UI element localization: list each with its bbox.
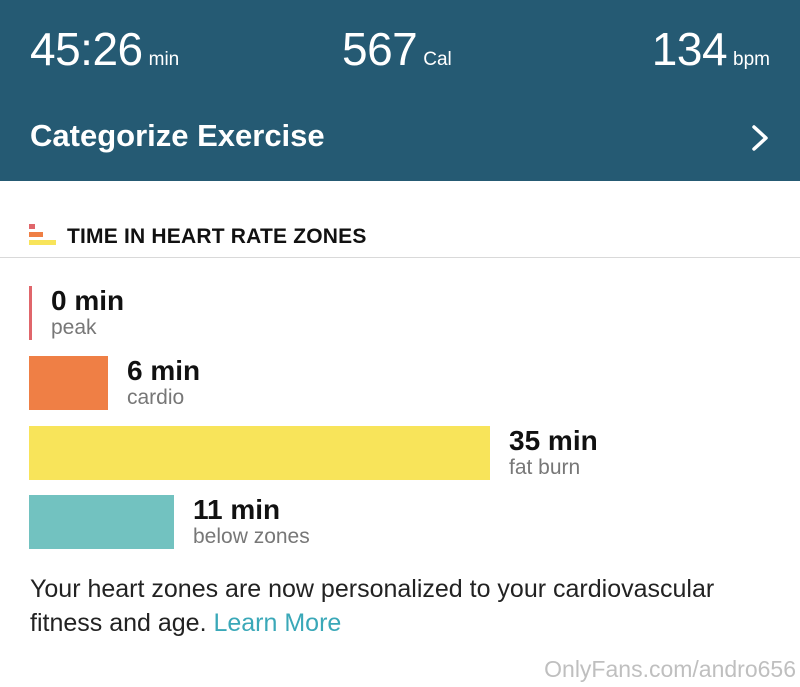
heart-rate-zones-section-header: TIME IN HEART RATE ZONES [0,212,800,258]
zone-bar [29,356,108,410]
chevron-right-icon [752,125,768,151]
heart-rate-zones-icon [29,224,56,245]
personalized-zones-note: Your heart zones are now personalized to… [30,572,770,640]
duration-stat: 45:26 min [30,22,179,76]
zone-label: cardio [127,386,185,409]
workout-summary-header: 45:26 min 567 Cal 134 bpm Categorize Exerci… [0,0,800,181]
calories-value: 567 [342,23,418,75]
personalized-zones-text: Your heart zones are now personalized to… [30,575,715,637]
categorize-exercise-button[interactable]: Categorize Exercise [0,100,800,180]
watermark: OnlyFans.com/andro656 [544,656,796,682]
heart-rate-value: 134 [651,23,728,75]
zone-text: 35 min fat burn [509,426,598,480]
zone-label: peak [51,316,97,339]
section-title: TIME IN HEART RATE ZONES [67,225,367,248]
duration-value: 45:26 [30,23,143,75]
calories-stat: 567 Cal [342,22,452,76]
zone-bar [29,495,174,549]
zone-minutes: 35 min [509,425,598,456]
zone-text: 6 min cardio [127,356,200,410]
heart-rate-unit: bpm [733,49,770,70]
zone-label: fat burn [509,456,581,479]
duration-unit: min [148,49,180,70]
zone-minutes: 0 min [51,285,125,316]
zone-bar [29,286,32,340]
categorize-exercise-label: Categorize Exercise [30,118,325,153]
heart-rate-stat: 134 bpm [652,22,770,76]
calories-unit: Cal [423,49,452,70]
zone-text: 11 min below zones [193,495,310,549]
zone-bar [29,426,490,480]
zone-minutes: 11 min [193,494,281,525]
zone-text: 0 min peak [51,286,124,340]
zone-minutes: 6 min [127,355,201,386]
zone-label: below zones [193,525,310,548]
learn-more-link[interactable]: Learn More [213,609,341,637]
